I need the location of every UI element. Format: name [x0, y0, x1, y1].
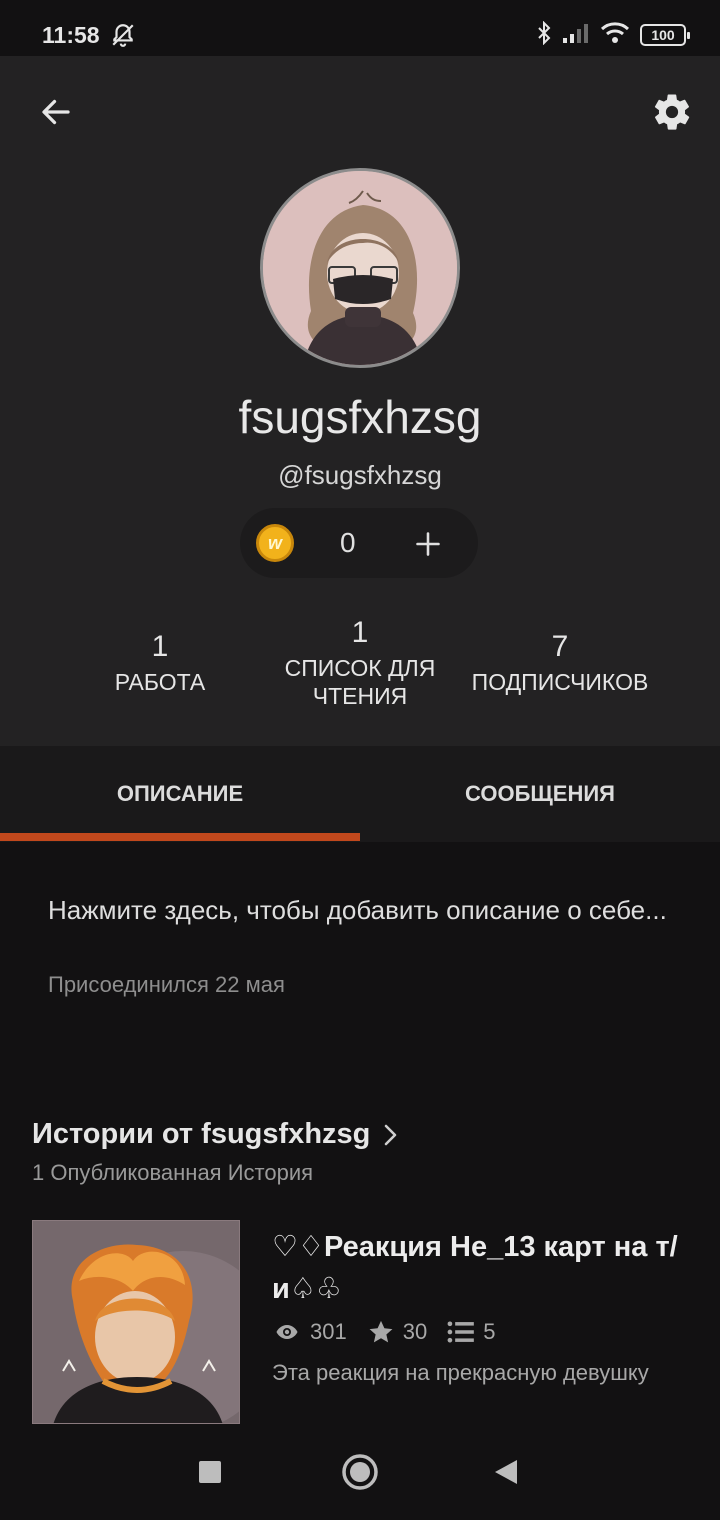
settings-button[interactable]	[650, 90, 694, 134]
story-stats: 301 30 5	[272, 1318, 515, 1346]
stat-followers-value: 7	[551, 630, 569, 663]
coins-pill: w 0	[240, 508, 478, 578]
story-cover[interactable]	[32, 1220, 240, 1424]
list-icon	[447, 1321, 475, 1343]
tab-messages[interactable]: СООБЩЕНИЯ	[360, 746, 720, 842]
stat-reading-lists-label-2: ЧТЕНИЯ	[312, 683, 408, 709]
back-nav-button[interactable]	[486, 1452, 526, 1492]
square-icon	[199, 1461, 221, 1483]
star-icon	[369, 1320, 393, 1343]
chevron-right-icon	[385, 1124, 397, 1145]
recents-button[interactable]	[190, 1452, 230, 1492]
display-name: fsugsfxhzsg	[238, 391, 482, 443]
stat-reading-lists[interactable]: 1 СПИСОК ДЛЯ ЧТЕНИЯ	[260, 616, 460, 710]
circle-icon	[342, 1454, 378, 1490]
story-votes-count: 30	[402, 1319, 428, 1344]
tab-description[interactable]: ОПИСАНИЕ	[0, 746, 360, 842]
add-coins-button[interactable]	[410, 526, 446, 562]
bluetooth-icon	[536, 20, 552, 50]
stat-reading-lists-value: 1	[351, 616, 369, 649]
story-parts-count: 5	[483, 1319, 496, 1344]
story-title[interactable]: ♡♢Реакция Не_13 карт на т/и♤♧	[272, 1226, 692, 1310]
system-nav-bar	[0, 1424, 720, 1520]
back-button[interactable]	[36, 92, 76, 132]
avatar-illustration	[263, 171, 457, 365]
stat-works-label: РАБОТА	[114, 669, 206, 695]
battery-icon: 100	[640, 24, 690, 46]
avatar[interactable]	[260, 168, 460, 368]
story-cover-illustration	[33, 1221, 239, 1423]
story-description: Эта реакция на прекрасную девушку	[272, 1360, 649, 1385]
stories-title: Истории от fsugsfxhzsg	[32, 1118, 371, 1150]
stat-followers[interactable]: 7 ПОДПИСЧИКОВ	[450, 630, 670, 696]
signal-icon	[562, 22, 590, 49]
profile-tabs: ОПИСАНИЕ СООБЩЕНИЯ	[0, 746, 720, 842]
story-reads-count: 301	[310, 1319, 347, 1344]
arrow-left-icon	[42, 99, 70, 125]
description-placeholder[interactable]: Нажмите здесь, чтобы добавить описание о…	[48, 890, 668, 930]
home-button[interactable]	[340, 1452, 380, 1492]
coin-icon: w	[256, 524, 294, 562]
stat-reading-lists-label-1: СПИСОК ДЛЯ	[284, 655, 436, 681]
eye-icon	[276, 1325, 298, 1339]
stories-header[interactable]: Истории от fsugsfxhzsg	[32, 1118, 400, 1151]
profile-header: fsugsfxhzsg @fsugsfxhzsg w 0 1 РАБОТА 1 …	[0, 56, 720, 746]
story-votes: 30	[367, 1318, 427, 1346]
stories-count: 1 Опубликованная История	[32, 1160, 314, 1185]
coin-count: 0	[340, 527, 356, 558]
tab-active-indicator	[0, 833, 360, 841]
story-parts: 5	[447, 1319, 495, 1345]
username: @fsugsfxhzsg	[278, 460, 442, 490]
story-reads: 301	[272, 1319, 347, 1345]
joined-date: Присоединился 22 мая	[48, 972, 285, 997]
bell-off-icon	[110, 22, 136, 53]
stat-followers-label: ПОДПИСЧИКОВ	[471, 669, 649, 695]
triangle-back-icon	[495, 1460, 517, 1484]
status-bar: 11:58 100	[0, 0, 720, 56]
status-time: 11:58	[42, 22, 100, 48]
gear-icon	[654, 94, 690, 130]
stat-works[interactable]: 1 РАБОТА	[60, 630, 260, 696]
wifi-icon	[600, 21, 630, 49]
stat-works-value: 1	[151, 630, 169, 663]
plus-icon	[416, 532, 440, 556]
